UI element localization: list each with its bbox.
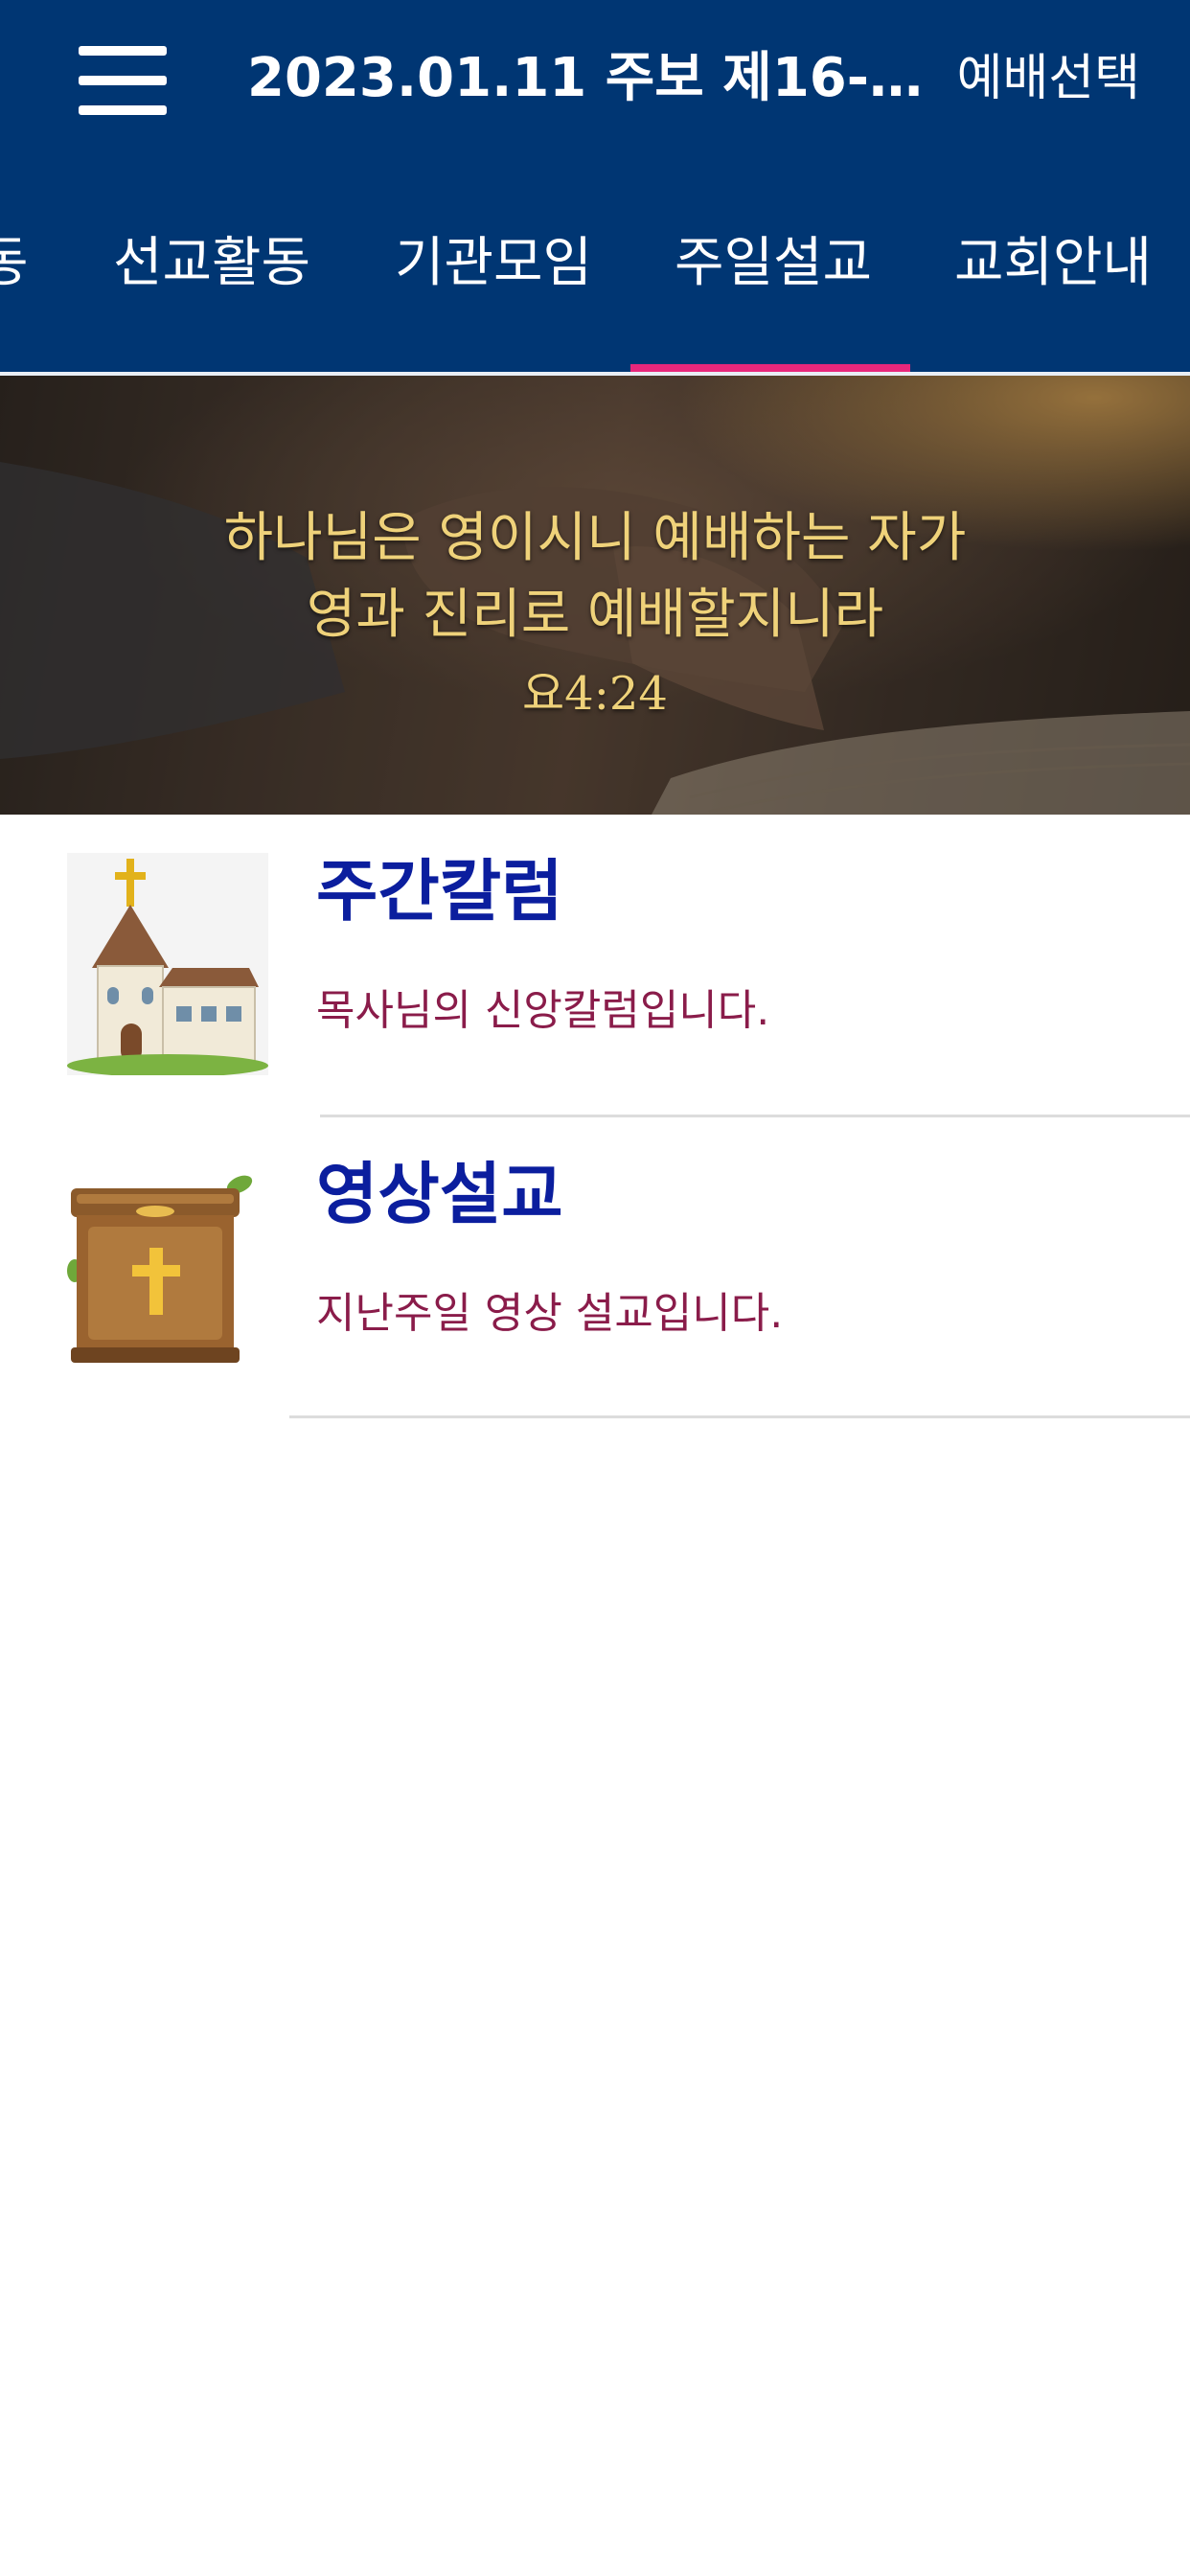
tab-mission[interactable]: 선교활동 (113, 220, 310, 307)
tab-bar: 동 선교활동 기관모임 주일설교 교회안내 (0, 163, 1190, 374)
scripture-line-2: 영과 진리로 예배할지니라 (306, 584, 884, 646)
item-title: 주간칼럼 (316, 852, 563, 931)
page-title: 2023.01.11 주보 제16-2021-... (247, 47, 937, 109)
scripture-line-1: 하나님은 영이시니 예배하는 자가 (223, 507, 967, 569)
pulpit-icon (67, 1156, 268, 1378)
tab-sunday-sermon[interactable]: 주일설교 (675, 220, 872, 307)
item-description: 목사님의 신앙칼럼입니다. (316, 986, 770, 1035)
top-bar: 2023.01.11 주보 제16-2021-... 예배선택 (0, 0, 1190, 163)
scripture-reference: 요4:24 (522, 667, 668, 721)
item-title: 영상설교 (316, 1155, 563, 1233)
scripture-text: 하나님은 영이시니 예배하는 자가 영과 진리로 예배할지니라 요4:24 (0, 500, 1190, 732)
list-item-weekly-column[interactable]: 주간칼럼 목사님의 신앙칼럼입니다. (0, 815, 1190, 1117)
scripture-banner: 하나님은 영이시니 예배하는 자가 영과 진리로 예배할지니라 요4:24 (0, 376, 1190, 815)
item-description: 지난주일 영상 설교입니다. (316, 1289, 784, 1338)
service-select-button[interactable]: 예배선택 (957, 40, 1140, 117)
tab-church-info[interactable]: 교회안내 (954, 220, 1152, 307)
selected-tab-indicator (630, 364, 910, 372)
tab-partial[interactable]: 동 (0, 220, 29, 307)
tab-meetings[interactable]: 기관모임 (395, 220, 592, 307)
list-item-video-sermon[interactable]: 영상설교 지난주일 영상 설교입니다. (0, 1117, 1190, 1420)
app-bar: 2023.01.11 주보 제16-2021-... 예배선택 동 선교활동 기… (0, 0, 1190, 376)
divider (289, 1415, 1190, 1418)
church-icon (67, 853, 268, 1077)
hamburger-menu-icon[interactable] (67, 33, 178, 128)
